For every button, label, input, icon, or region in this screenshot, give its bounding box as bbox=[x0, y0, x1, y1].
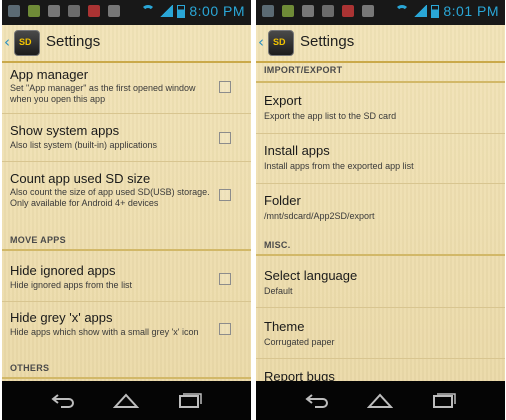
home-icon[interactable] bbox=[113, 391, 139, 409]
status-time: 8:00 PM bbox=[189, 3, 245, 19]
checkbox[interactable] bbox=[219, 189, 231, 201]
setting-hide-ignored-apps[interactable]: Hide ignored apps Hide ignored apps from… bbox=[2, 254, 251, 302]
up-chevron-icon[interactable]: ‹ bbox=[258, 33, 264, 51]
category-header: MISC. bbox=[256, 235, 505, 256]
setting-hide-grey-x-apps[interactable]: Hide grey 'x' apps Hide apps which show … bbox=[2, 303, 251, 355]
notification-icon bbox=[362, 5, 374, 17]
signal-icon bbox=[159, 5, 174, 17]
battery-icon bbox=[431, 4, 440, 18]
setting-title: Theme bbox=[264, 319, 305, 334]
checkbox[interactable] bbox=[219, 132, 231, 144]
navigation-bar bbox=[2, 381, 251, 420]
checkbox[interactable] bbox=[219, 81, 231, 93]
setting-title: Install apps bbox=[264, 143, 330, 158]
setting-summary: /mnt/sdcard/App2SD/export bbox=[264, 211, 375, 221]
setting-export[interactable]: Export Export the app list to the SD car… bbox=[256, 85, 505, 134]
setting-count-sd-size[interactable]: Count app used SD size Also count the si… bbox=[2, 163, 251, 227]
home-icon[interactable] bbox=[367, 391, 393, 409]
setting-title: Hide ignored apps bbox=[10, 263, 116, 278]
notification-icon bbox=[262, 5, 274, 17]
setting-report-bugs[interactable]: Report bugs bbox=[256, 360, 505, 381]
battery-icon bbox=[177, 4, 186, 18]
page-title: Settings bbox=[300, 33, 355, 50]
setting-summary: Corrugated paper bbox=[264, 337, 335, 347]
setting-title: Show system apps bbox=[10, 123, 120, 138]
setting-summary: Export the app list to the SD card bbox=[264, 111, 397, 121]
photo-icon bbox=[48, 5, 60, 17]
setting-app-manager[interactable]: App manager Set "App manager" as the fir… bbox=[2, 63, 251, 114]
photo-icon bbox=[302, 5, 314, 17]
phone-screen-right: 8:01 PM ‹ Settings IMPORT/EXPORT Export … bbox=[256, 0, 505, 420]
category-header: MOVE APPS bbox=[2, 228, 251, 251]
action-bar: ‹ Settings bbox=[256, 25, 505, 63]
setting-summary: Also list system (built-in) applications bbox=[10, 140, 158, 150]
notification-icon bbox=[28, 5, 40, 17]
setting-summary: Also count the size of app used SD(USB) … bbox=[10, 187, 210, 208]
sd-card-logo-icon[interactable] bbox=[14, 30, 40, 56]
setting-summary: Install apps from the exported app list bbox=[264, 161, 414, 171]
setting-title: Report bugs bbox=[264, 369, 335, 381]
recent-apps-icon[interactable] bbox=[177, 391, 203, 409]
signal-icon bbox=[413, 5, 428, 17]
action-bar: ‹ Settings bbox=[2, 25, 251, 63]
setting-title: Export bbox=[264, 93, 302, 108]
page-title: Settings bbox=[46, 33, 101, 50]
status-time: 8:01 PM bbox=[443, 3, 499, 19]
settings-list: IMPORT/EXPORT Export Export the app list… bbox=[256, 63, 505, 381]
setting-title: Count app used SD size bbox=[10, 171, 151, 186]
setting-title: App manager bbox=[10, 67, 89, 82]
setting-install-apps[interactable]: Install apps Install apps from the expor… bbox=[256, 135, 505, 184]
notification-icon bbox=[282, 5, 294, 17]
phone-screen-left: 8:00 PM ‹ Settings App manager Set "App … bbox=[2, 0, 251, 420]
notification-icon bbox=[88, 5, 100, 17]
back-arrow-icon[interactable] bbox=[304, 391, 330, 409]
setting-summary: Hide ignored apps from the list bbox=[10, 280, 133, 290]
sd-card-logo-icon[interactable] bbox=[268, 30, 294, 56]
status-bar: 8:01 PM bbox=[256, 0, 505, 25]
setting-title: Hide grey 'x' apps bbox=[10, 310, 113, 325]
recent-apps-icon[interactable] bbox=[431, 391, 457, 409]
setting-summary: Set "App manager" as the first opened wi… bbox=[10, 83, 196, 104]
up-chevron-icon[interactable]: ‹ bbox=[4, 33, 10, 51]
notification-icons bbox=[8, 5, 120, 17]
checkbox[interactable] bbox=[219, 273, 231, 285]
setting-title: Folder bbox=[264, 193, 301, 208]
status-bar: 8:00 PM bbox=[2, 0, 251, 25]
wifi-icon bbox=[141, 5, 156, 17]
settings-list: App manager Set "App manager" as the fir… bbox=[2, 63, 251, 381]
category-header: OTHERS bbox=[2, 357, 251, 379]
setting-theme[interactable]: Theme Corrugated paper bbox=[256, 309, 505, 359]
notification-icon bbox=[342, 5, 354, 17]
setting-title: Select language bbox=[264, 268, 358, 283]
setting-select-language[interactable]: Select language Default bbox=[256, 259, 505, 308]
notification-icons bbox=[262, 5, 374, 17]
navigation-bar bbox=[256, 381, 505, 420]
notification-icon bbox=[68, 5, 80, 17]
setting-summary: Hide apps which show with a small grey '… bbox=[10, 327, 199, 337]
notification-icon bbox=[322, 5, 334, 17]
checkbox[interactable] bbox=[219, 323, 231, 335]
notification-icon bbox=[108, 5, 120, 17]
setting-show-system-apps[interactable]: Show system apps Also list system (built… bbox=[2, 115, 251, 162]
setting-folder[interactable]: Folder /mnt/sdcard/App2SD/export bbox=[256, 185, 505, 234]
back-arrow-icon[interactable] bbox=[50, 391, 76, 409]
setting-summary: Default bbox=[264, 286, 293, 296]
notification-icon bbox=[8, 5, 20, 17]
category-header: IMPORT/EXPORT bbox=[256, 63, 505, 83]
wifi-icon bbox=[395, 5, 410, 17]
